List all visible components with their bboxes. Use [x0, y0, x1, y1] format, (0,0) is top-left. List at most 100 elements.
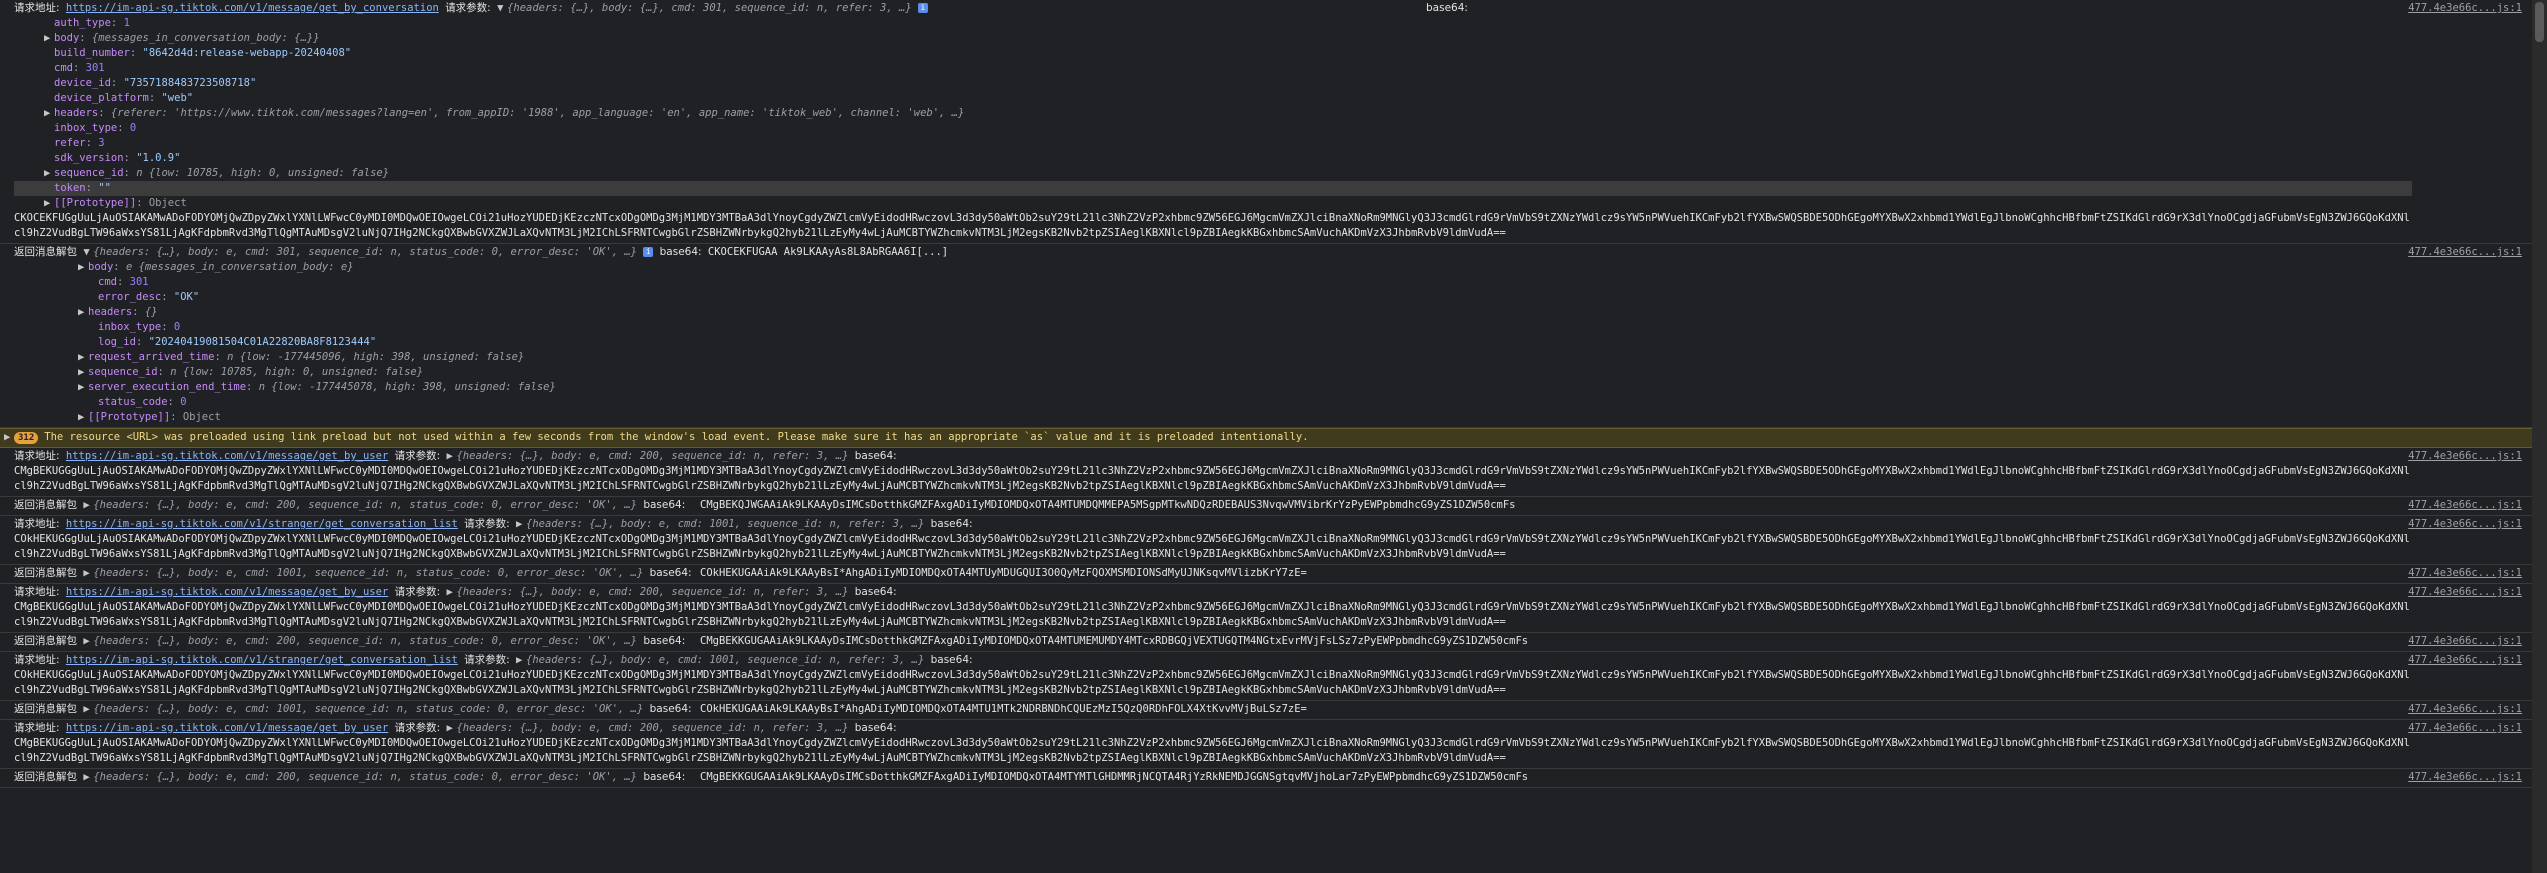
tree-row[interactable]: ▶ sequence_id: n {low: 10785, high: 0, un… — [14, 166, 2412, 181]
expand-triangle-icon[interactable]: ▶ — [44, 196, 54, 211]
expand-triangle-icon[interactable]: ▶ — [78, 350, 88, 365]
tree-row[interactable]: build_number: "8642d4d:release-webapp-20… — [14, 46, 2412, 61]
info-icon[interactable]: i — [917, 3, 928, 13]
request-url-link[interactable]: https://im-api-sg.tiktok.com/v1/stranger… — [66, 518, 458, 530]
tree-value: {} — [144, 306, 158, 318]
request-url-link[interactable]: https://im-api-sg.tiktok.com/v1/stranger… — [66, 654, 458, 666]
source-link[interactable]: 477.4e3e66c...js:1 — [2408, 1, 2522, 16]
tree-row[interactable]: ▶ body: {messages_in_conversation_body: {… — [14, 31, 2412, 46]
tree-value: e {messages_in_conversation_body: e} — [125, 261, 354, 273]
info-icon[interactable]: i — [643, 247, 654, 257]
tree-row[interactable]: ▶ sequence_id: n {low: 10785, high: 0, un… — [14, 365, 2412, 380]
object-summary[interactable]: {headers: {…}, body: e, cmd: 200, sequen… — [456, 586, 848, 598]
tree-row[interactable]: ▶ server_execution_end_time: n {low: -177… — [14, 380, 2412, 395]
expand-triangle-icon[interactable]: ▶ — [446, 449, 456, 464]
expand-triangle-icon[interactable]: ▶ — [83, 634, 93, 649]
request-url-link[interactable]: https://im-api-sg.tiktok.com/v1/message/… — [66, 450, 388, 462]
tree-key: body — [88, 261, 114, 273]
request-log-entry: 请求地址: https://im-api-sg.tiktok.com/v1/st… — [0, 516, 2532, 565]
base64-label: base64: — [854, 722, 897, 734]
collapse-triangle-icon[interactable]: ▼ — [83, 245, 93, 260]
expand-triangle-icon[interactable]: ▶ — [516, 517, 526, 532]
vertical-scrollbar[interactable] — [2532, 0, 2547, 873]
tree-row[interactable]: device_id: "7357188483723508718" — [14, 76, 2412, 91]
tree-row[interactable]: token: "" — [14, 181, 2412, 196]
tree-row[interactable]: ▶ headers: {} — [14, 305, 2412, 320]
expand-triangle-icon[interactable]: ▶ — [516, 653, 526, 668]
tree-row[interactable]: status_code: 0 — [14, 395, 2412, 410]
expand-triangle-icon[interactable]: ▶ — [78, 305, 88, 320]
object-summary[interactable]: {headers: {…}, body: e, cmd: 200, sequen… — [456, 450, 848, 462]
object-summary[interactable]: {headers: {…}, body: e, cmd: 1001, seque… — [526, 654, 924, 666]
preload-warning: ▶ 312 The resource <URL> was preloaded usi… — [0, 428, 2532, 448]
tree-value: 0 — [180, 396, 187, 408]
tree-row[interactable]: log_id: "20240419081504C01A22820BA8F8123… — [14, 335, 2412, 350]
expand-triangle-icon[interactable]: ▶ — [83, 702, 93, 717]
tree-key: request_arrived_time — [88, 351, 215, 363]
tree-row[interactable]: cmd: 301 — [14, 275, 2412, 290]
expand-triangle-icon[interactable]: ▶ — [4, 430, 14, 445]
request-url-link[interactable]: https://im-api-sg.tiktok.com/v1/message/… — [66, 2, 439, 14]
expand-triangle-icon[interactable]: ▶ — [44, 31, 54, 46]
tree-row[interactable]: ▶ headers: {referer: 'https://www.tiktok.… — [14, 106, 2412, 121]
label-request-params: 请求参数: — [394, 722, 441, 734]
expand-triangle-icon[interactable]: ▶ — [446, 721, 456, 736]
object-summary[interactable]: {headers: {…}, body: e, cmd: 200, sequen… — [93, 771, 637, 783]
collapse-triangle-icon[interactable]: ▼ — [497, 1, 507, 16]
tree-row[interactable]: inbox_type: 0 — [14, 320, 2412, 335]
tree-row[interactable]: cmd: 301 — [14, 61, 2412, 76]
tree-row[interactable]: auth_type: 1 — [14, 16, 2412, 31]
object-summary[interactable]: {headers: {…}, body: e, cmd: 200, sequen… — [456, 722, 848, 734]
expand-triangle-icon[interactable]: ▶ — [78, 365, 88, 380]
request-url-link[interactable]: https://im-api-sg.tiktok.com/v1/message/… — [66, 586, 388, 598]
tree-row[interactable]: inbox_type: 0 — [14, 121, 2412, 136]
source-link[interactable]: 477.4e3e66c...js:1 — [2408, 245, 2522, 260]
log-line: 请求地址: https://im-api-sg.tiktok.com/v1/me… — [14, 585, 2412, 600]
source-link[interactable]: 477.4e3e66c...js:1 — [2408, 770, 2522, 785]
expand-triangle-icon[interactable]: ▶ — [446, 585, 456, 600]
scrollbar-thumb[interactable] — [2535, 2, 2544, 42]
source-link[interactable]: 477.4e3e66c...js:1 — [2408, 702, 2522, 717]
tree-row[interactable]: error_desc: "OK" — [14, 290, 2412, 305]
object-summary[interactable]: {headers: {…}, body: e, cmd: 200, sequen… — [93, 499, 637, 511]
tree-row[interactable]: ▶ body: e {messages_in_conversation_body:… — [14, 260, 2412, 275]
source-link[interactable]: 477.4e3e66c...js:1 — [2408, 634, 2522, 649]
object-summary[interactable]: {headers: {…}, body: e, cmd: 200, sequen… — [93, 635, 637, 647]
source-link[interactable]: 477.4e3e66c...js:1 — [2408, 449, 2522, 464]
tree-row[interactable]: ▶ request_arrived_time: n {low: -17744509… — [14, 350, 2412, 365]
expand-triangle-icon[interactable]: ▶ — [78, 410, 88, 425]
request-url-link[interactable]: https://im-api-sg.tiktok.com/v1/message/… — [66, 722, 388, 734]
object-summary[interactable]: {headers: {…}, body: e, cmd: 301, sequen… — [93, 246, 637, 258]
tree-value: n {low: -177445078, high: 398, unsigned:… — [258, 381, 556, 393]
expand-triangle-icon[interactable]: ▶ — [44, 106, 54, 121]
object-summary[interactable]: {headers: {…}, body: e, cmd: 1001, seque… — [93, 703, 643, 715]
expand-triangle-icon[interactable]: ▶ — [78, 260, 88, 275]
expand-triangle-icon[interactable]: ▶ — [83, 770, 93, 785]
source-link[interactable]: 477.4e3e66c...js:1 — [2408, 585, 2522, 600]
object-summary[interactable]: {headers: {…}, body: e, cmd: 1001, seque… — [93, 567, 643, 579]
tree-colon: : — [132, 306, 145, 318]
expand-triangle-icon[interactable]: ▶ — [44, 166, 54, 181]
tree-row[interactable]: device_platform: "web" — [14, 91, 2412, 106]
tree-row[interactable]: ▶ [[Prototype]]: Object — [14, 410, 2412, 425]
tree-row[interactable]: refer: 3 — [14, 136, 2412, 151]
expand-triangle-icon[interactable]: ▶ — [78, 380, 88, 395]
tree-key: [[Prototype]] — [88, 411, 171, 423]
source-link[interactable]: 477.4e3e66c...js:1 — [2408, 498, 2522, 513]
tree-key: auth_type — [54, 17, 111, 29]
source-link[interactable]: 477.4e3e66c...js:1 — [2408, 653, 2522, 668]
expand-triangle-icon[interactable]: ▶ — [83, 498, 93, 513]
expand-triangle-icon[interactable]: ▶ — [83, 566, 93, 581]
tree-row[interactable]: ▶ [[Prototype]]: Object — [14, 196, 2412, 211]
log-line: 请求地址: https://im-api-sg.tiktok.com/v1/st… — [14, 517, 2412, 532]
tree-row[interactable]: sdk_version: "1.0.9" — [14, 151, 2412, 166]
tree-colon: : — [214, 351, 228, 363]
tree-key: sequence_id — [54, 167, 124, 179]
source-link[interactable]: 477.4e3e66c...js:1 — [2408, 517, 2522, 532]
object-summary[interactable]: {headers: {…}, body: e, cmd: 1001, seque… — [526, 518, 924, 530]
source-link[interactable]: 477.4e3e66c...js:1 — [2408, 566, 2522, 581]
tree-key: body — [54, 32, 80, 44]
request-log-entry: 请求地址: https://im-api-sg.tiktok.com/v1/me… — [0, 720, 2532, 769]
source-link[interactable]: 477.4e3e66c...js:1 — [2408, 721, 2522, 736]
object-summary[interactable]: {headers: {…}, body: {…}, cmd: 301, sequ… — [507, 2, 912, 14]
